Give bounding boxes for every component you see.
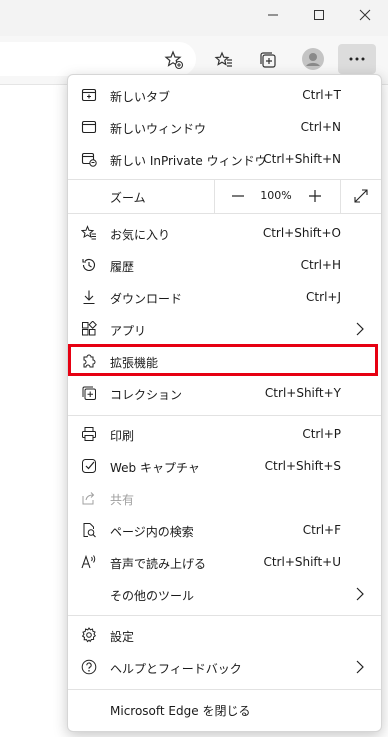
menu-item-shortcut: Ctrl+Shift+O bbox=[262, 226, 341, 240]
minimize-icon bbox=[267, 9, 279, 21]
menu-item-label: 履歴 bbox=[110, 260, 135, 274]
menu-item-shortcut: Ctrl+N bbox=[300, 120, 341, 134]
favorite-add-icon[interactable] bbox=[162, 48, 186, 72]
settings-icon bbox=[81, 627, 97, 643]
menu-item-label: 共有 bbox=[110, 493, 135, 507]
menu-item-downloads[interactable]: ダウンロード Ctrl+J bbox=[68, 281, 381, 313]
fullscreen-button[interactable] bbox=[341, 179, 381, 213]
web-capture-icon bbox=[81, 458, 97, 474]
chevron-right-icon bbox=[355, 660, 365, 674]
menu-divider bbox=[68, 615, 381, 616]
menu-item-label: 設定 bbox=[110, 630, 135, 644]
plus-icon bbox=[308, 189, 322, 203]
close-button[interactable] bbox=[342, 0, 388, 30]
new-window-icon bbox=[81, 119, 97, 135]
chevron-right-icon bbox=[355, 322, 365, 336]
menu-item-more-tools[interactable]: その他のツール bbox=[68, 578, 381, 610]
menu-item-shortcut: Ctrl+Shift+Y bbox=[264, 386, 341, 400]
menu-item-shortcut: Ctrl+J bbox=[306, 290, 341, 304]
title-bar bbox=[0, 0, 388, 30]
more-button[interactable] bbox=[338, 44, 376, 74]
menu-item-shortcut: Ctrl+T bbox=[302, 88, 341, 102]
share-icon bbox=[81, 490, 97, 506]
menu-divider bbox=[68, 415, 381, 416]
zoom-in-button[interactable] bbox=[300, 179, 330, 213]
zoom-divider bbox=[214, 179, 215, 213]
zoom-row: ズーム 100% bbox=[68, 179, 381, 213]
menu-item-label: コレクション bbox=[110, 388, 183, 402]
history-icon bbox=[81, 257, 97, 273]
collections-icon[interactable] bbox=[256, 48, 280, 72]
menu-item-shortcut: Ctrl+Shift+N bbox=[263, 152, 341, 166]
menu-item-label: ダウンロード bbox=[110, 292, 183, 306]
menu-item-new-tab[interactable]: 新しいタブ Ctrl+T bbox=[68, 79, 381, 111]
menu-divider bbox=[68, 689, 381, 690]
menu-item-label: その他のツール bbox=[110, 589, 195, 603]
print-icon bbox=[81, 426, 97, 442]
menu-item-new-window[interactable]: 新しいウィンドウ Ctrl+N bbox=[68, 111, 381, 143]
inprivate-icon bbox=[81, 151, 97, 167]
menu-item-close-edge[interactable]: Microsoft Edge を閉じる bbox=[68, 693, 381, 725]
maximize-icon bbox=[313, 9, 325, 21]
menu-item-label: アプリ bbox=[110, 324, 147, 338]
favorites-icon[interactable] bbox=[212, 48, 236, 72]
read-aloud-icon bbox=[81, 554, 97, 570]
menu-item-read-aloud[interactable]: 音声で読み上げる Ctrl+Shift+U bbox=[68, 546, 381, 578]
zoom-out-button[interactable] bbox=[223, 179, 253, 213]
menu-divider bbox=[68, 213, 381, 214]
menu-item-favorites[interactable]: お気に入り Ctrl+Shift+O bbox=[68, 217, 381, 249]
menu-item-label: ヘルプとフィードバック bbox=[110, 662, 242, 676]
menu-item-settings[interactable]: 設定 bbox=[68, 619, 381, 651]
menu-item-collections[interactable]: コレクション Ctrl+Shift+Y bbox=[68, 377, 381, 409]
menu-item-help[interactable]: ヘルプとフィードバック bbox=[68, 651, 381, 683]
maximize-button[interactable] bbox=[296, 0, 342, 30]
apps-icon bbox=[81, 321, 97, 337]
menu-item-apps[interactable]: アプリ bbox=[68, 313, 381, 345]
more-icon bbox=[348, 56, 366, 62]
menu-item-label: 新しいタブ bbox=[110, 90, 171, 104]
zoom-value: 100% bbox=[260, 189, 292, 202]
zoom-label: ズーム bbox=[110, 191, 146, 205]
menu-item-web-capture[interactable]: Web キャプチャ Ctrl+Shift+S bbox=[68, 450, 381, 482]
menu-item-label: Microsoft Edge を閉じる bbox=[110, 704, 251, 718]
minus-icon bbox=[231, 189, 245, 203]
new-tab-icon bbox=[81, 87, 97, 103]
menu-item-label: 印刷 bbox=[110, 429, 135, 443]
menu-item-shortcut: Ctrl+H bbox=[300, 258, 341, 272]
menu-item-label: お気に入り bbox=[110, 228, 171, 242]
menu-item-history[interactable]: 履歴 Ctrl+H bbox=[68, 249, 381, 281]
menu-item-label: ページ内の検索 bbox=[110, 525, 194, 539]
profile-icon[interactable] bbox=[301, 47, 325, 71]
menu-item-print[interactable]: 印刷 Ctrl+P bbox=[68, 418, 381, 450]
menu-item-find[interactable]: ページ内の検索 Ctrl+F bbox=[68, 514, 381, 546]
settings-menu: 新しいタブ Ctrl+T 新しいウィンドウ Ctrl+N 新しい InPriva… bbox=[67, 74, 382, 732]
menu-item-label: 新しい InPrivate ウィンドウ bbox=[110, 154, 267, 168]
favorites-icon bbox=[81, 225, 97, 241]
menu-item-share: 共有 bbox=[68, 482, 381, 514]
help-icon bbox=[81, 659, 97, 675]
menu-item-label: Web キャプチャ bbox=[110, 461, 200, 475]
fullscreen-icon bbox=[353, 188, 369, 204]
menu-item-shortcut: Ctrl+Shift+S bbox=[264, 459, 341, 473]
chevron-right-icon bbox=[355, 587, 365, 601]
menu-item-shortcut: Ctrl+P bbox=[302, 427, 341, 441]
menu-item-shortcut: Ctrl+F bbox=[302, 523, 341, 537]
menu-item-label: 新しいウィンドウ bbox=[110, 122, 207, 136]
close-icon bbox=[359, 9, 371, 21]
menu-item-shortcut: Ctrl+Shift+U bbox=[263, 555, 341, 569]
menu-item-label: 音声で読み上げる bbox=[110, 557, 207, 571]
menu-item-new-inprivate[interactable]: 新しい InPrivate ウィンドウ Ctrl+Shift+N bbox=[68, 143, 381, 175]
download-icon bbox=[81, 289, 97, 305]
find-icon bbox=[81, 522, 97, 538]
minimize-button[interactable] bbox=[250, 0, 296, 30]
collections-icon bbox=[81, 385, 97, 401]
highlight-box bbox=[68, 344, 378, 376]
